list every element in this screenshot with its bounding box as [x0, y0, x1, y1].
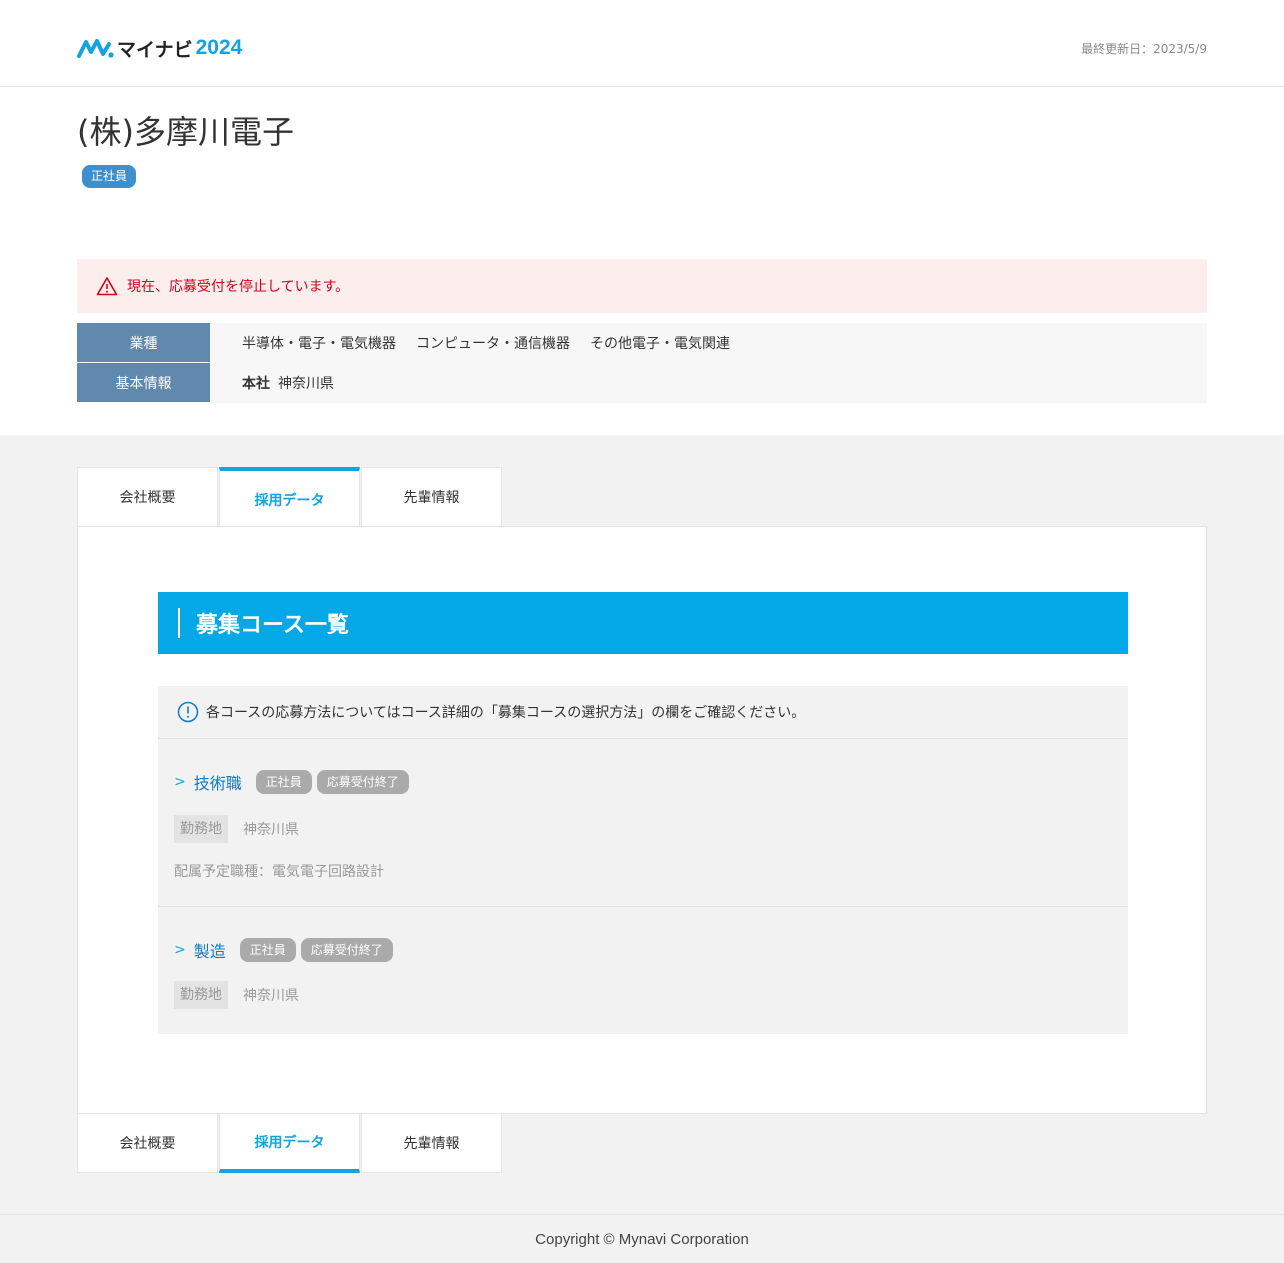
- location-label: 勤務地: [174, 815, 228, 843]
- course-notice: 各コースの応募方法についてはコース詳細の「募集コースの選択方法」の欄をご確認くだ…: [158, 686, 1128, 739]
- industry-row: 業種 半導体・電子・電気機器 コンピュータ・通信機器 その他電子・電気関連: [77, 323, 1207, 363]
- mynavi-logo[interactable]: マイナビ 2024: [77, 35, 242, 61]
- course-item: > 技術職 正社員 応募受付終了 勤務地 神奈川県 配属予定職種：電気電子回路設…: [158, 739, 1128, 907]
- application-status-badge: 応募受付終了: [300, 938, 393, 962]
- mynavi-logo-icon: [77, 39, 114, 58]
- course-name-link[interactable]: 製造: [194, 938, 226, 962]
- warning-icon: [96, 277, 118, 296]
- tab-bar-bottom: 会社概要 採用データ 先輩情報: [77, 1113, 503, 1173]
- industry-item: その他電子・電気関連: [590, 336, 730, 352]
- industry-label: 業種: [77, 323, 210, 363]
- tab-recruitment-data[interactable]: 採用データ: [219, 1113, 360, 1173]
- alert-text: 現在、応募受付を停止しています。: [127, 279, 350, 295]
- basic-info-row: 基本情報 本社 神奈川県: [77, 363, 1207, 403]
- assignment-text: 配属予定職種：電気電子回路設計: [174, 864, 384, 880]
- tab-senior-info[interactable]: 先輩情報: [361, 467, 502, 527]
- tab-senior-info[interactable]: 先輩情報: [361, 1113, 502, 1173]
- tab-company-overview[interactable]: 会社概要: [77, 1113, 218, 1173]
- employment-type-badge: 正社員: [239, 938, 296, 962]
- basic-info-label: 基本情報: [77, 363, 210, 403]
- course-item: > 製造 正社員 応募受付終了 勤務地 神奈川県: [158, 907, 1128, 1033]
- course-location: 勤務地 神奈川県: [174, 981, 299, 1009]
- location-label: 勤務地: [174, 981, 228, 1009]
- location-value: 神奈川県: [243, 822, 299, 838]
- course-list: 各コースの応募方法についてはコース詳細の「募集コースの選択方法」の欄をご確認くだ…: [158, 686, 1128, 1034]
- basic-info-values: 本社 神奈川県: [210, 363, 354, 403]
- section-header-bar: [178, 608, 180, 638]
- tab-bar-top: 会社概要 採用データ 先輩情報: [77, 467, 503, 529]
- company-name: (株)多摩川電子: [77, 113, 294, 151]
- application-status-badge: 応募受付終了: [316, 770, 409, 794]
- hq-label: 本社: [242, 376, 270, 392]
- logo-name: マイナビ: [117, 38, 193, 61]
- logo-year: 2024: [195, 36, 243, 59]
- course-name-link[interactable]: 技術職: [194, 770, 242, 794]
- employment-type-badge: 正社員: [255, 770, 312, 794]
- course-header: > 技術職 正社員 応募受付終了: [174, 770, 414, 794]
- copyright: Copyright © Mynavi Corporation: [535, 1230, 749, 1248]
- section-title: 募集コース一覧: [196, 613, 349, 638]
- course-header: > 製造 正社員 応募受付終了: [174, 938, 398, 962]
- section-header: 募集コース一覧: [158, 592, 1128, 654]
- location-value: 神奈川県: [243, 988, 299, 1004]
- industry-values: 半導体・電子・電気機器 コンピュータ・通信機器 その他電子・電気関連: [210, 323, 750, 363]
- chevron-right-icon: >: [174, 942, 186, 958]
- site-header: マイナビ 2024 最終更新日：2023/5/9: [0, 0, 1284, 87]
- last-updated: 最終更新日：2023/5/9: [1081, 42, 1207, 56]
- tab-company-overview[interactable]: 会社概要: [77, 467, 218, 527]
- chevron-right-icon: >: [174, 774, 186, 790]
- tab-recruitment-data[interactable]: 採用データ: [219, 467, 360, 529]
- course-location: 勤務地 神奈川県: [174, 815, 299, 843]
- employment-badge: 正社員: [82, 165, 137, 188]
- hq-value: 神奈川県: [278, 376, 334, 392]
- notice-text: 各コースの応募方法についてはコース詳細の「募集コースの選択方法」の欄をご確認くだ…: [206, 705, 806, 721]
- industry-item: 半導体・電子・電気機器: [242, 336, 396, 352]
- application-closed-alert: 現在、応募受付を停止しています。: [77, 259, 1207, 313]
- industry-item: コンピュータ・通信機器: [416, 336, 570, 352]
- recruitment-panel: 募集コース一覧 各コースの応募方法についてはコース詳細の「募集コースの選択方法」…: [77, 526, 1207, 1114]
- site-footer: Copyright © Mynavi Corporation: [0, 1214, 1284, 1263]
- info-icon: [177, 701, 199, 723]
